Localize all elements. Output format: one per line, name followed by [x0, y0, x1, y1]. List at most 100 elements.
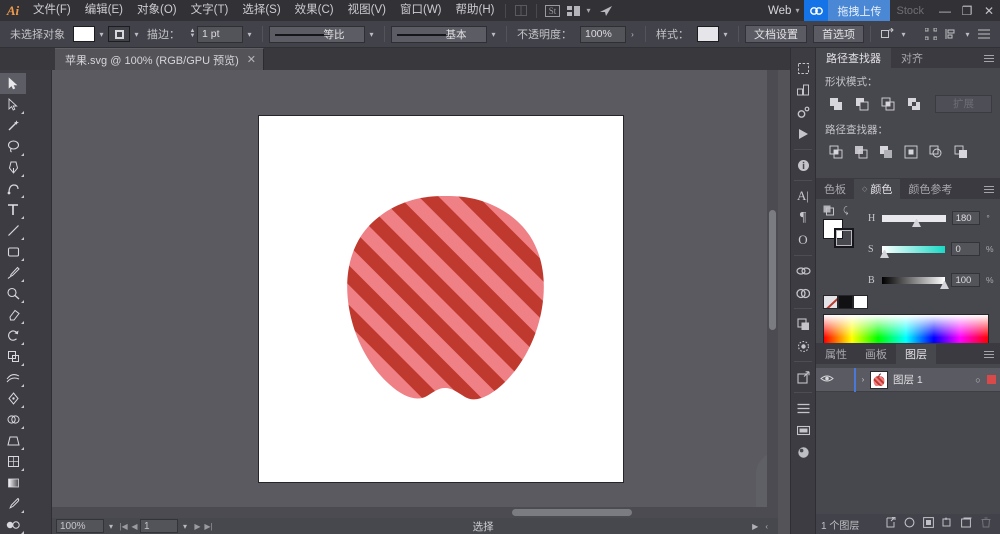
black-swatch[interactable]	[838, 295, 853, 309]
document-setup-button[interactable]: 文档设置	[745, 25, 807, 43]
line-segment-tool[interactable]	[0, 220, 26, 241]
info-icon[interactable]	[790, 154, 816, 176]
transform-panel-icon[interactable]	[790, 79, 816, 101]
intersect-icon[interactable]	[877, 94, 899, 113]
crop-icon[interactable]	[900, 142, 922, 161]
locate-object-icon[interactable]	[881, 516, 900, 531]
lasso-tool[interactable]	[0, 136, 26, 157]
rectangle-tool[interactable]	[0, 241, 26, 262]
layers-stack-icon[interactable]	[790, 419, 816, 441]
tab-layers[interactable]: 图层	[896, 344, 936, 364]
menu-file[interactable]: 文件(F)	[26, 0, 78, 21]
white-swatch[interactable]	[853, 295, 868, 309]
tab-artboards[interactable]: 画板	[856, 344, 896, 364]
asset-export-icon[interactable]	[790, 366, 816, 388]
document-tab[interactable]: 苹果.svg @ 100% (RGB/GPU 预览) ✕	[55, 48, 264, 70]
menu-select[interactable]: 选择(S)	[235, 0, 287, 21]
last-artboard-icon[interactable]: ▶|	[203, 522, 214, 531]
minimize-button[interactable]: —	[934, 0, 956, 21]
share-icon[interactable]	[595, 0, 617, 21]
canvas-vertical-scrollbar[interactable]	[767, 70, 778, 518]
selection-tool[interactable]	[0, 73, 26, 94]
divide-icon[interactable]	[825, 142, 847, 161]
chevron-right-icon[interactable]: ›	[856, 375, 870, 384]
character-icon[interactable]: A|	[790, 185, 816, 207]
glyphs-icon[interactable]: O	[790, 229, 816, 251]
next-artboard-icon[interactable]: ▶	[192, 522, 203, 531]
layer-name[interactable]: 图层 1	[893, 372, 969, 387]
trim-icon[interactable]	[850, 142, 872, 161]
status-resize-icon[interactable]: ‹	[765, 522, 768, 531]
menu-type[interactable]: 文字(T)	[184, 0, 236, 21]
close-icon[interactable]: ✕	[247, 53, 256, 66]
shaper-tool[interactable]	[0, 283, 26, 304]
stroke-weight-caret-icon[interactable]: ▾	[243, 26, 256, 42]
gradient-tool[interactable]	[0, 472, 26, 493]
artboards-icon[interactable]	[790, 57, 816, 79]
color-stroke-swatch[interactable]	[834, 228, 854, 248]
artboard-number-input[interactable]: 1	[140, 519, 178, 533]
color-mode-icon[interactable]	[823, 205, 836, 217]
stroke-stepper[interactable]: ▲ ▼	[188, 26, 197, 42]
outline-icon[interactable]	[925, 142, 947, 161]
new-layer-icon[interactable]	[957, 517, 976, 531]
new-sublayer-icon[interactable]	[919, 517, 938, 531]
exclude-icon[interactable]	[903, 94, 925, 113]
options-menu-icon[interactable]	[974, 25, 994, 43]
visibility-eye-icon[interactable]	[816, 374, 838, 386]
paintbrush-tool[interactable]	[0, 262, 26, 283]
workspace-label[interactable]: Web	[768, 5, 794, 17]
canvas-area[interactable]	[52, 70, 778, 518]
brush-definition-select[interactable]: 基本	[391, 25, 487, 43]
artwork-striped-apple[interactable]	[259, 116, 625, 484]
delete-layer-icon[interactable]	[976, 517, 995, 531]
layers-panel-menu-icon[interactable]	[984, 348, 996, 360]
align-panel-icon[interactable]	[790, 397, 816, 419]
cc-libraries-icon[interactable]	[790, 282, 816, 304]
tab-swatches[interactable]: 色板	[816, 179, 854, 199]
merge-icon[interactable]	[875, 142, 897, 161]
minus-front-icon[interactable]	[851, 94, 873, 113]
restore-button[interactable]: ❐	[956, 0, 978, 21]
workspace-switcher-icon[interactable]	[563, 0, 585, 21]
tab-pathfinder[interactable]: 路径查找器	[816, 48, 891, 68]
transform-caret-icon[interactable]: ▾	[897, 26, 910, 42]
menu-effect[interactable]: 效果(C)	[288, 0, 341, 21]
hue-value[interactable]: 180	[951, 211, 981, 225]
vertical-scroll-thumb[interactable]	[769, 210, 776, 330]
menu-help[interactable]: 帮助(H)	[449, 0, 502, 21]
upload-button[interactable]: 拖拽上传	[828, 0, 891, 21]
status-text[interactable]: 选择	[214, 519, 752, 534]
opacity-input[interactable]: 100%	[580, 25, 626, 43]
stroke-profile-caret-icon[interactable]: ▾	[365, 26, 378, 42]
free-transform-tool[interactable]	[0, 388, 26, 409]
color-swap-icon[interactable]: ⤹	[843, 205, 848, 216]
prev-artboard-icon[interactable]: ◀	[129, 522, 140, 531]
saturation-slider[interactable]	[880, 245, 946, 258]
tab-color[interactable]: ◇ 颜色	[854, 179, 901, 199]
pen-tool[interactable]	[0, 157, 26, 178]
preferences-button[interactable]: 首选项	[813, 25, 864, 43]
minus-back-icon[interactable]	[950, 142, 972, 161]
appearance-icon[interactable]	[790, 335, 816, 357]
mesh-tool[interactable]	[0, 451, 26, 472]
rotate-tool[interactable]	[0, 325, 26, 346]
width-tool[interactable]	[0, 367, 26, 388]
links-icon[interactable]	[790, 260, 816, 282]
expand-button[interactable]: 扩展	[935, 94, 992, 113]
workspace-menu-caret-icon[interactable]: ▾	[794, 6, 804, 15]
artboard[interactable]	[258, 115, 624, 483]
menu-view[interactable]: 视图(V)	[341, 0, 393, 21]
graphic-style-swatch[interactable]	[697, 26, 719, 42]
tab-properties[interactable]: 属性	[816, 344, 856, 364]
eraser-tool[interactable]	[0, 304, 26, 325]
magic-wand-tool[interactable]	[0, 115, 26, 136]
align-icon[interactable]	[921, 25, 941, 43]
fill-color-swatch[interactable]	[73, 26, 95, 42]
tab-color-guide[interactable]: 颜色参考	[900, 179, 960, 199]
arrange-caret-icon[interactable]: ▾	[961, 26, 974, 42]
make-mask-icon[interactable]	[900, 517, 919, 531]
tab-align[interactable]: 对齐	[891, 48, 933, 68]
direct-selection-tool[interactable]	[0, 94, 26, 115]
transform-icon[interactable]	[877, 25, 897, 43]
